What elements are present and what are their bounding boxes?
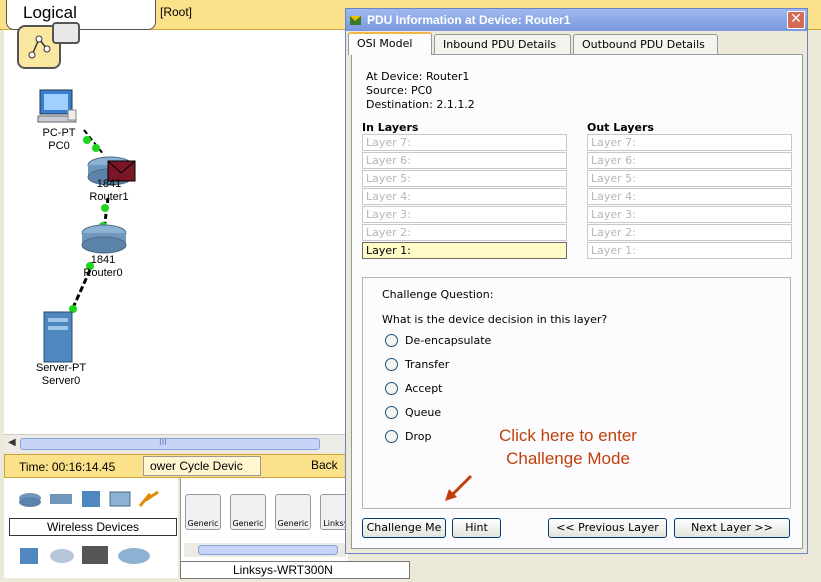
- next-layer-button[interactable]: Next Layer >>: [674, 518, 790, 538]
- close-icon: ✕: [790, 11, 802, 27]
- out-layer-1[interactable]: Layer 1:: [587, 242, 792, 259]
- in-layer-1[interactable]: Layer 1:: [362, 242, 567, 259]
- in-layer-2[interactable]: Layer 2:: [362, 224, 567, 241]
- challenge-question-text: What is the device decision in this laye…: [382, 313, 608, 326]
- device-category-icons: [19, 490, 159, 507]
- cloud-device-icon[interactable]: [50, 549, 74, 563]
- device-type-panel: Wireless Devices: [4, 478, 178, 578]
- root-label: [Root]: [160, 5, 193, 19]
- option-label: Drop: [405, 430, 432, 443]
- wireless-category-icon[interactable]: [109, 491, 131, 507]
- link-light: [92, 144, 100, 152]
- challenge-question-box: Challenge Question: What is the device d…: [362, 277, 791, 509]
- device-model-item[interactable]: Generic: [230, 494, 266, 530]
- previous-layer-button[interactable]: << Previous Layer: [548, 518, 667, 538]
- pc0-label: PC-PT PC0: [34, 127, 84, 153]
- device-model-item[interactable]: Generic: [275, 494, 311, 530]
- selected-model-label: Linksys-WRT300N: [180, 561, 410, 579]
- in-layer-6[interactable]: Layer 6:: [362, 152, 567, 169]
- device-name: PC0: [48, 140, 70, 152]
- challenge-question-title: Challenge Question:: [382, 288, 494, 301]
- server0-icon[interactable]: [43, 311, 73, 363]
- radio-button[interactable]: [385, 334, 398, 347]
- out-layer-6[interactable]: Layer 6:: [587, 152, 792, 169]
- at-device-text: At Device: Router1: [366, 70, 470, 83]
- in-layer-7[interactable]: Layer 7:: [362, 134, 567, 151]
- osi-model-panel: At Device: Router1 Source: PC0 Destinati…: [351, 54, 803, 549]
- scroll-left-icon[interactable]: ◀: [8, 437, 16, 448]
- device-model-item[interactable]: Generic: [185, 494, 221, 530]
- dialog-title: PDU Information at Device: Router1: [367, 13, 571, 27]
- in-layers-heading: In Layers: [362, 121, 419, 134]
- device-type: Server-PT: [35, 362, 87, 374]
- link-light: [83, 136, 91, 144]
- radio-button[interactable]: [385, 430, 398, 443]
- device-type: 1841: [96, 178, 122, 190]
- scroll-thumb[interactable]: [198, 545, 338, 555]
- option-label: De-encapsulate: [405, 334, 492, 347]
- challenge-me-button[interactable]: Challenge Me: [362, 518, 446, 538]
- time-display: Time: 00:16:14.45: [19, 460, 116, 474]
- realtime-statusbar: Time: 00:16:14.45 ower Cycle Devic Back: [4, 454, 348, 478]
- radio-button[interactable]: [385, 358, 398, 371]
- destination-text: Destination: 2.1.1.2: [366, 98, 475, 111]
- out-layer-3[interactable]: Layer 3:: [587, 206, 792, 223]
- link-light: [101, 204, 109, 212]
- back-button[interactable]: Back: [301, 456, 347, 476]
- switch-category-icon[interactable]: [50, 494, 72, 504]
- in-layer-5[interactable]: Layer 5:: [362, 170, 567, 187]
- router0-icon[interactable]: [81, 224, 127, 254]
- logical-mode-label: Logical: [23, 3, 77, 22]
- hint-button[interactable]: Hint: [452, 518, 501, 538]
- end-device-icons: [20, 546, 150, 564]
- radio-button[interactable]: [385, 382, 398, 395]
- annotation-line: Click here to enter: [499, 426, 637, 445]
- router-category-icon[interactable]: [19, 493, 41, 507]
- connections-category-icon[interactable]: [138, 490, 159, 507]
- close-button[interactable]: ✕: [787, 11, 805, 29]
- device-model-scrollbar[interactable]: [184, 543, 346, 557]
- server0-label: Server-PT Server0: [30, 362, 92, 388]
- annotation-line: Challenge Mode: [506, 449, 630, 468]
- pc0-icon[interactable]: [37, 89, 77, 123]
- scroll-grip: III: [159, 438, 167, 448]
- source-text: Source: PC0: [366, 84, 433, 97]
- out-layer-2[interactable]: Layer 2:: [587, 224, 792, 241]
- out-layer-7[interactable]: Layer 7:: [587, 134, 792, 151]
- out-layer-4[interactable]: Layer 4:: [587, 188, 792, 205]
- in-layer-3[interactable]: Layer 3:: [362, 206, 567, 223]
- router0-label: 1841 Router0: [78, 254, 128, 280]
- network-cloud-icon[interactable]: [118, 548, 150, 564]
- in-layer-4[interactable]: Layer 4:: [362, 188, 567, 205]
- pc-device-icon[interactable]: [20, 548, 38, 564]
- scroll-thumb[interactable]: III: [20, 438, 320, 450]
- power-cycle-button[interactable]: ower Cycle Devic: [143, 456, 261, 476]
- out-layer-5[interactable]: Layer 5:: [587, 170, 792, 187]
- device-name: Router1: [89, 191, 129, 203]
- device-name: Server0: [41, 375, 81, 387]
- device-name: Router0: [83, 267, 123, 279]
- printer-device-icon[interactable]: [82, 546, 108, 564]
- router1-label: 1841 Router1: [84, 178, 134, 204]
- packet-tracer-icon: [350, 16, 361, 25]
- hub-category-icon[interactable]: [82, 491, 100, 507]
- dialog-titlebar[interactable]: PDU Information at Device: Router1 ✕: [346, 9, 807, 31]
- pdu-information-dialog: PDU Information at Device: Router1 ✕ OSI…: [345, 8, 808, 554]
- workspace-horizontal-scrollbar[interactable]: ◀ III: [4, 434, 348, 452]
- annotation-arrow-icon: [445, 474, 473, 501]
- tab-osi-model[interactable]: OSI Model: [348, 32, 432, 55]
- radio-button[interactable]: [385, 406, 398, 419]
- device-category-label: Wireless Devices: [9, 518, 177, 536]
- option-label: Accept: [405, 382, 443, 395]
- device-type: PC-PT: [42, 127, 76, 139]
- tab-inbound-pdu-details[interactable]: Inbound PDU Details: [434, 34, 571, 54]
- device-type: 1841: [90, 254, 116, 266]
- option-label: Queue: [405, 406, 442, 419]
- logical-workspace[interactable]: PC-PT PC0 1841 Router1 1841 Router0 Serv…: [4, 30, 348, 434]
- option-label: Transfer: [405, 358, 450, 371]
- viewport-button[interactable]: [52, 22, 80, 44]
- challenge-mode-annotation: Click here to enter Challenge Mode: [458, 424, 678, 470]
- tab-outbound-pdu-details[interactable]: Outbound PDU Details: [573, 34, 718, 54]
- out-layers-heading: Out Layers: [587, 121, 654, 134]
